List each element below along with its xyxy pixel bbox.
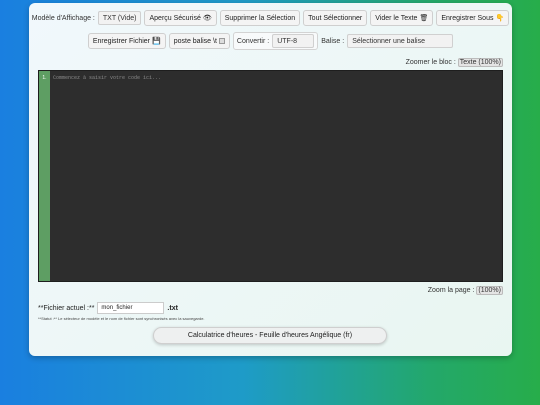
zoom-bloc-value[interactable]: Texte (100%) [457, 58, 503, 67]
poste-balise-button[interactable]: poste balise \t [168, 33, 230, 49]
zoom-page-label: Zoom la page : [427, 287, 475, 294]
status-note: **Statut :** Le sélecteur de modèle et l… [38, 316, 205, 321]
convertir-group: Convertir : UTF-8 [232, 32, 319, 50]
balise-label: Balise : [321, 37, 345, 45]
code-editor[interactable]: 1. Commencez à saisir votre code ici... [38, 70, 503, 282]
apercu-button[interactable]: Aperçu Sécurisé 👁 [144, 10, 217, 26]
enregistrer-sous-button[interactable]: Enregistrer Sous 👇 [436, 10, 510, 26]
line-gutter: 1. [39, 71, 50, 281]
apercu-label: Aperçu Sécurisé [149, 14, 201, 22]
zoom-bloc: Zoomer le bloc : Texte (100%) [405, 58, 503, 67]
eye-icon: 👁 [202, 15, 212, 22]
box-icon [218, 38, 225, 44]
editor-placeholder[interactable]: Commencez à saisir votre code ici... [50, 71, 502, 281]
calculatrice-button[interactable]: Calculatrice d'heures - Feuille d'heures… [153, 327, 387, 344]
file-row: **Fichier actuel :** mon_fichier .txt [38, 302, 178, 314]
floppy-disk-icon: 💾 [152, 38, 161, 45]
tout-selectionner-button[interactable]: Tout Sélectionner [303, 10, 368, 26]
modele-select[interactable]: TXT (Vide) [97, 11, 142, 25]
trash-icon: 🗑 [419, 15, 429, 22]
vider-texte-button[interactable]: Vider le Texte 🗑 [370, 10, 434, 26]
zoom-page-value[interactable]: (100%) [476, 286, 503, 295]
zoom-page: Zoom la page : (100%) [427, 286, 503, 295]
toolbar-row-1: Modèle d'Affichage : TXT (Vide) Aperçu S… [29, 10, 512, 26]
main-card: Modèle d'Affichage : TXT (Vide) Aperçu S… [29, 3, 512, 356]
encoding-select[interactable]: UTF-8 [272, 34, 315, 48]
file-extension: .txt [167, 304, 178, 312]
enregistrer-fichier-button[interactable]: Enregistrer Fichier 💾 [87, 33, 166, 49]
enregistrer-fichier-label: Enregistrer Fichier [92, 37, 150, 45]
pointing-down-icon: 👇 [495, 15, 505, 22]
balise-select[interactable]: Sélectionner une balise [347, 34, 454, 48]
vider-label: Vider le Texte [375, 14, 418, 22]
enregistrer-sous-label: Enregistrer Sous [441, 14, 494, 22]
poste-balise-label: poste balise \t [173, 37, 217, 45]
toolbar-row-2: Enregistrer Fichier 💾 poste balise \t Con… [29, 32, 512, 50]
convertir-label: Convertir : [236, 37, 270, 45]
supprimer-selection-button[interactable]: Supprimer la Sélection [219, 10, 301, 26]
zoom-bloc-label: Zoomer le bloc : [405, 59, 456, 66]
modele-label: Modèle d'Affichage : [31, 14, 95, 22]
filename-input[interactable]: mon_fichier [97, 302, 165, 314]
file-label: **Fichier actuel :** [38, 304, 95, 312]
